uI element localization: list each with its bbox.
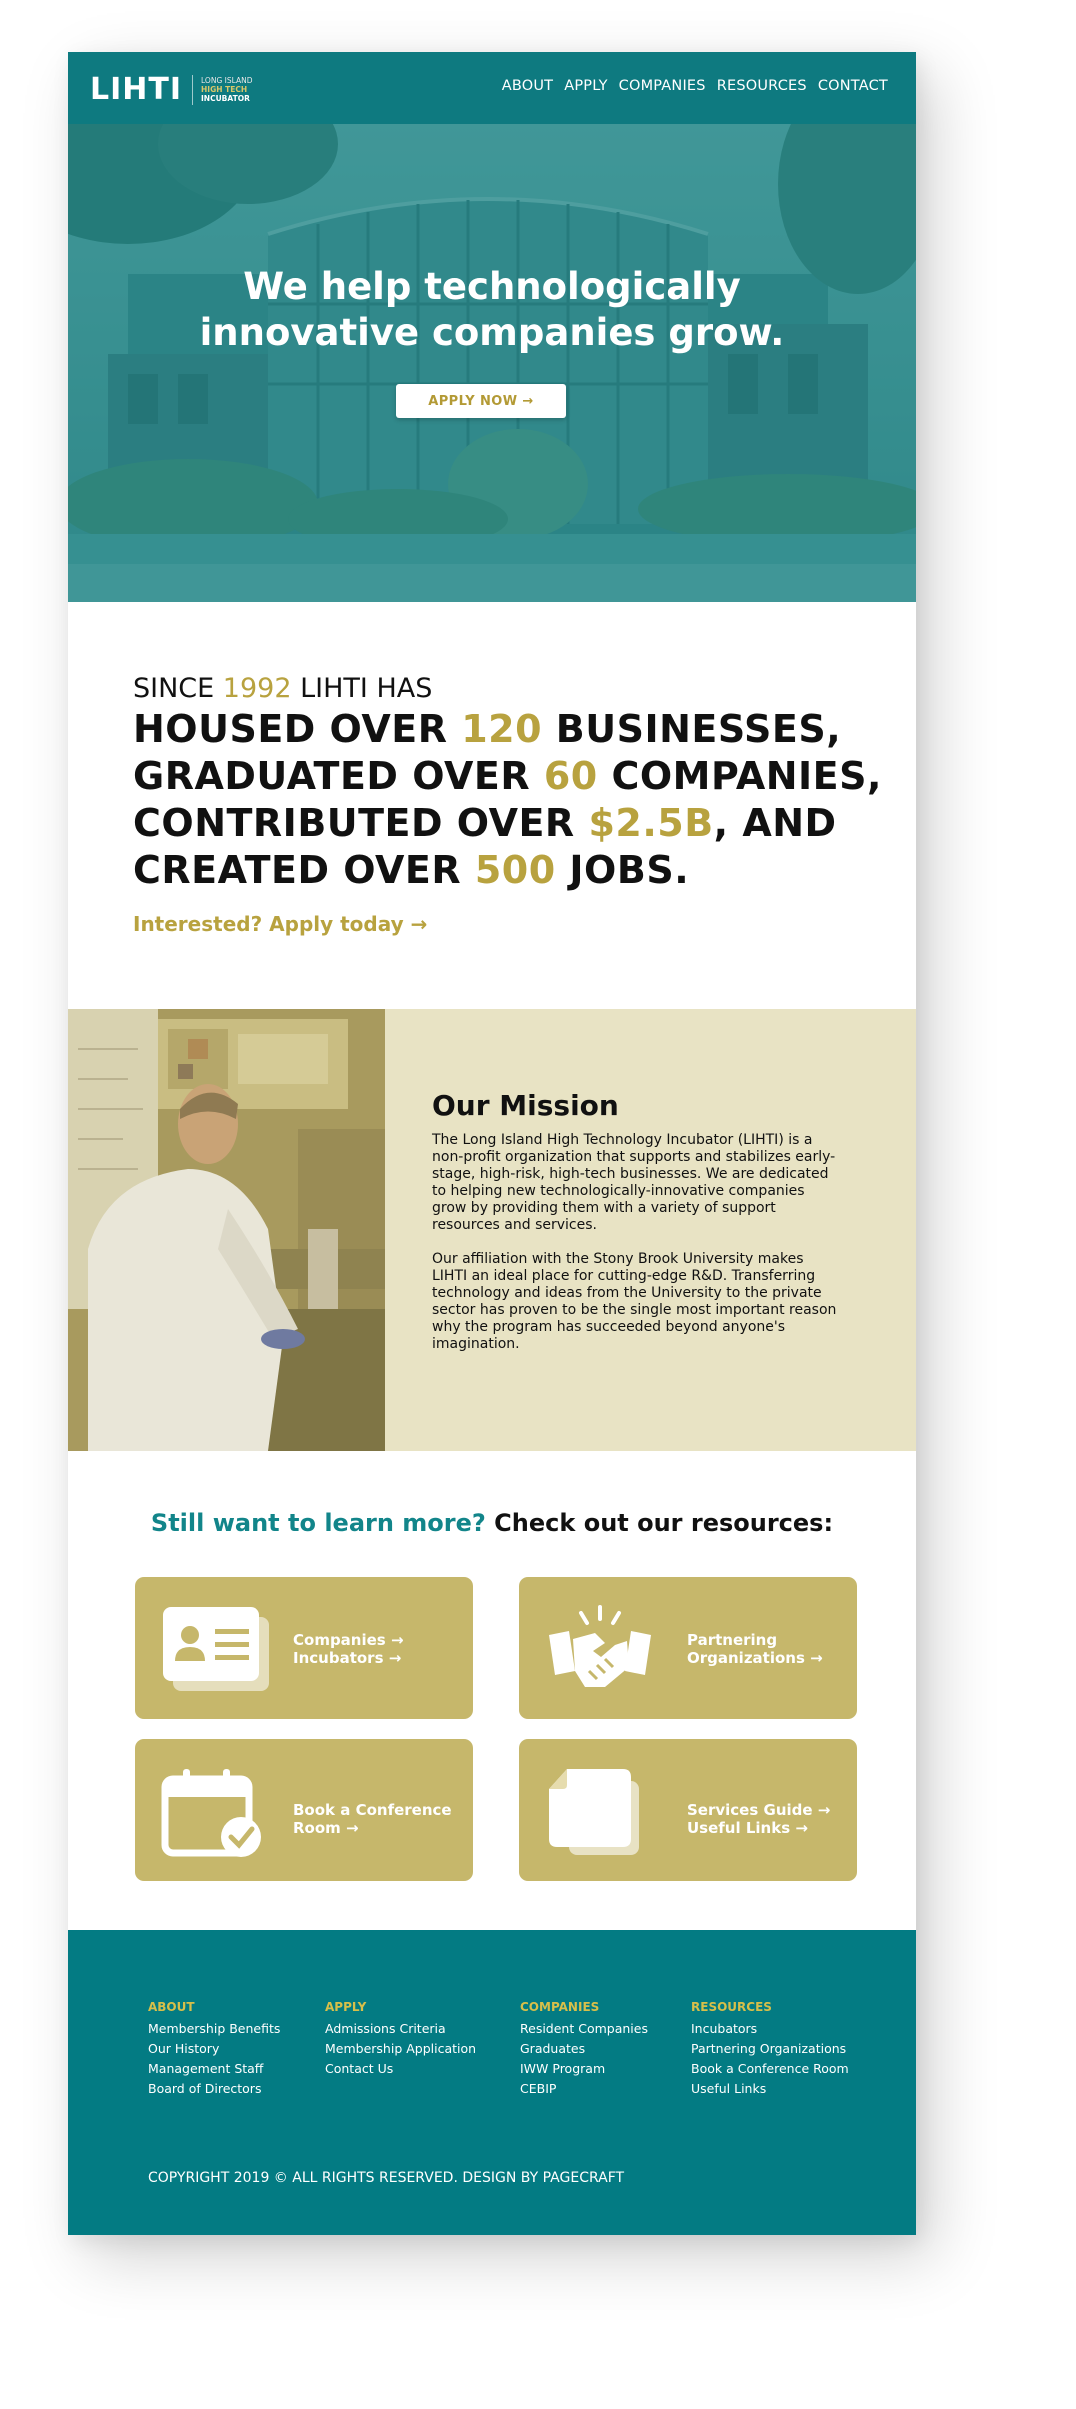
footer-link[interactable]: Membership Benefits [148,2019,280,2039]
footer-link[interactable]: Graduates [520,2039,648,2059]
stat-text: JOBS. [555,848,690,892]
logo-line-2: HIGH TECH [201,85,248,94]
footer-link[interactable]: Management Staff [148,2059,280,2079]
footer-link[interactable]: Membership Application [325,2039,476,2059]
stat-jobs: CREATED OVER 500 JOBS. [133,847,893,894]
stat-text: HOUSED OVER [133,707,462,751]
hero-headline-line-1: We help technologically [243,265,741,308]
mission-paragraph-1: The Long Island High Technology Incubato… [432,1132,836,1233]
card-link-incubators[interactable]: Incubators → [293,1649,404,1667]
stat-text: COMPANIES, [597,754,882,798]
card-link-book-conference[interactable]: Book a Conference [293,1801,452,1819]
stat-text: CREATED OVER [133,848,475,892]
calendar-check-icon [161,1769,261,1857]
stat-number: 60 [543,754,598,798]
top-navigation: LIHTI LONG ISLAND HIGH TECH INCUBATOR AB… [68,52,916,124]
hero-building-image [68,124,916,602]
scientist-photo [68,1009,385,1451]
copyright-text: COPYRIGHT 2019 © ALL RIGHTS RESERVED. DE… [148,2170,625,2186]
companies-incubators-card[interactable]: Companies → Incubators → [135,1577,473,1719]
nav-about-link[interactable]: ABOUT [502,78,554,94]
logo-line-1: LONG ISLAND [201,76,253,85]
nav-resources-link[interactable]: RESOURCES [717,78,807,94]
footer-link[interactable]: Useful Links [691,2079,849,2099]
card-label: Partnering Organizations → [687,1631,823,1667]
site-footer: ABOUT Membership Benefits Our History Ma… [68,1930,916,2235]
footer-heading[interactable]: COMPANIES [520,2000,648,2014]
footer-link[interactable]: Board of Directors [148,2079,280,2099]
stat-text: CONTRIBUTED OVER [133,801,589,845]
stat-graduates: GRADUATED OVER 60 COMPANIES, [133,753,893,800]
main-menu: ABOUT APPLY COMPANIES RESOURCES CONTACT [502,78,888,94]
nav-apply-link[interactable]: APPLY [564,78,607,94]
since-prefix: SINCE [133,673,223,704]
id-card-icon [163,1607,269,1691]
stats-section: SINCE 1992 LIHTI HAS HOUSED OVER 120 BUS… [133,672,893,936]
resources-heading: Still want to learn more? Check out our … [68,1509,916,1537]
footer-link[interactable]: Our History [148,2039,280,2059]
nav-companies-link[interactable]: COMPANIES [619,78,706,94]
hero-banner: We help technologically innovative compa… [68,124,916,602]
stat-businesses: HOUSED OVER 120 BUSINESSES, [133,706,893,753]
stats-since-line: SINCE 1992 LIHTI HAS [133,672,893,706]
footer-column-companies: COMPANIES Resident Companies Graduates I… [520,2000,648,2099]
footer-heading[interactable]: RESOURCES [691,2000,849,2014]
since-suffix: LIHTI HAS [291,673,433,704]
stat-text: , AND [713,801,837,845]
card-link-organizations[interactable]: Organizations → [687,1649,823,1667]
resources-heading-dark: Check out our resources: [485,1509,834,1537]
footer-link[interactable]: Book a Conference Room [691,2059,849,2079]
since-year: 1992 [222,673,292,704]
apply-today-link[interactable]: Interested? Apply today → [133,912,893,936]
card-link-companies[interactable]: Companies → [293,1631,404,1649]
footer-link[interactable]: Contact Us [325,2059,476,2079]
stat-contribution: CONTRIBUTED OVER $2.5B, AND [133,800,893,847]
conference-room-card[interactable]: Book a Conference Room → [135,1739,473,1881]
hero-headline-line-2: innovative companies grow. [199,311,785,354]
footer-column-about: ABOUT Membership Benefits Our History Ma… [148,2000,280,2099]
stat-number: 500 [474,848,556,892]
footer-column-apply: APPLY Admissions Criteria Membership App… [325,2000,476,2079]
nav-contact-link[interactable]: CONTACT [818,78,888,94]
mission-title: Our Mission [432,1089,619,1122]
logo-line-3: INCUBATOR [201,94,250,103]
stat-number: 120 [461,707,543,751]
logo-subtitle: LONG ISLAND HIGH TECH INCUBATOR [201,76,252,103]
logo-wordmark: LIHTI [90,72,183,107]
hero-headline: We help technologically innovative compa… [68,264,916,356]
stat-text: GRADUATED OVER [133,754,544,798]
footer-heading[interactable]: APPLY [325,2000,476,2014]
mission-paragraph-2: Our affiliation with the Stony Brook Uni… [432,1251,837,1352]
partnering-organizations-card[interactable]: Partnering Organizations → [519,1577,857,1719]
handshake-icon [549,1605,651,1687]
card-label: Companies → Incubators → [293,1631,404,1667]
lab-scientist-image [68,1009,385,1451]
footer-link[interactable]: CEBIP [520,2079,648,2099]
card-link-partnering[interactable]: Partnering [687,1631,823,1649]
lihti-logo[interactable]: LIHTI LONG ISLAND HIGH TECH INCUBATOR [90,72,252,107]
card-link-services-guide[interactable]: Services Guide → [687,1801,830,1819]
footer-heading[interactable]: ABOUT [148,2000,280,2014]
footer-link[interactable]: Incubators [691,2019,849,2039]
footer-link[interactable]: Resident Companies [520,2019,648,2039]
card-label: Services Guide → Useful Links → [687,1801,830,1837]
footer-link[interactable]: IWW Program [520,2059,648,2079]
apply-now-button[interactable]: APPLY NOW → [396,384,566,418]
stat-number: $2.5B [588,801,714,845]
mission-content: Our Mission The Long Island High Technol… [432,1089,842,1370]
stat-text: BUSINESSES, [542,707,842,751]
card-link-room[interactable]: Room → [293,1819,452,1837]
services-guide-card[interactable]: Services Guide → Useful Links → [519,1739,857,1881]
mission-section: Our Mission The Long Island High Technol… [68,1009,916,1451]
logo-divider [192,74,194,105]
web-page: LIHTI LONG ISLAND HIGH TECH INCUBATOR AB… [68,52,916,2235]
footer-link[interactable]: Admissions Criteria [325,2019,476,2039]
documents-icon [549,1769,639,1855]
footer-column-resources: RESOURCES Incubators Partnering Organiza… [691,2000,849,2099]
card-link-useful-links[interactable]: Useful Links → [687,1819,830,1837]
card-label: Book a Conference Room → [293,1801,452,1837]
resources-heading-teal: Still want to learn more? [150,1509,486,1537]
footer-link[interactable]: Partnering Organizations [691,2039,849,2059]
